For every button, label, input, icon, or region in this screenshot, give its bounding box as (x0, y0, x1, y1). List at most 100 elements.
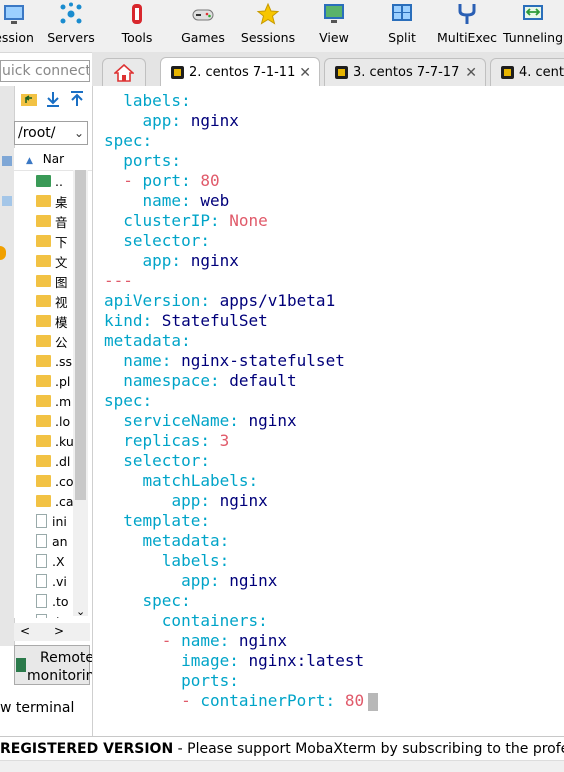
servers-icon (60, 2, 82, 24)
terminal-text: default (219, 371, 297, 390)
tab-label: 2. centos 7-1-11 (189, 65, 296, 80)
terminal-text: app: (171, 491, 210, 510)
sidebar-tab-icon[interactable] (2, 156, 12, 166)
remote-monitoring-button[interactable]: Remote monitorin (14, 645, 95, 685)
folder-icon (36, 315, 51, 327)
download-icon[interactable] (44, 90, 62, 108)
close-icon[interactable]: ✕ (299, 65, 311, 81)
terminal-text: StatefulSet (152, 311, 268, 330)
session-tab-bar: 2. centos 7-1-11 ✕ 3. centos 7-7-17 ✕ 4.… (92, 52, 564, 87)
toolbar-tools-button[interactable]: Tools (116, 0, 158, 52)
scrollbar-thumb[interactable] (75, 170, 86, 500)
upload-icon[interactable] (68, 90, 86, 108)
folder-icon (36, 415, 51, 427)
toolbar-games-button[interactable]: Games (180, 0, 226, 52)
terminal-text: ports: (123, 151, 182, 170)
toolbar-tunneling-button[interactable]: Tunneling (502, 0, 564, 52)
terminal-text: image: (181, 651, 239, 670)
terminal-output[interactable]: labels: app: nginx spec: ports: - port: 8… (92, 86, 564, 736)
tree-item-label: .co (55, 473, 74, 489)
toolbar-sessions-button[interactable]: Sessions (240, 0, 296, 52)
terminal-text: nginx (181, 251, 239, 270)
toolbar-split-button[interactable]: Split (382, 0, 422, 52)
terminal-text: selector: (123, 231, 210, 250)
tree-vertical-scrollbar[interactable]: ⌄ (73, 170, 88, 618)
toolbar-session-button[interactable]: ession (0, 0, 34, 52)
sidebar-tab-icon[interactable] (0, 246, 6, 260)
quick-connect-input[interactable]: uick connect (0, 60, 90, 82)
terminal-line: containers: (104, 611, 268, 631)
tab-label: 4. cento (519, 65, 564, 80)
folder-icon (36, 355, 51, 367)
file-icon (36, 594, 47, 608)
column-header-name[interactable]: ▲ Nar (14, 148, 92, 171)
terminal-text: apiVersion: (104, 291, 210, 310)
parent-folder-icon[interactable] (20, 90, 38, 108)
tree-horizontal-scrollbar[interactable]: < > (14, 623, 90, 641)
terminal-text: web (190, 191, 230, 210)
toolbar-servers-button[interactable]: Servers (46, 0, 96, 52)
terminal-line: selector: (104, 231, 210, 251)
terminal-line: template: (104, 511, 210, 531)
scroll-right-icon[interactable]: > (54, 624, 64, 638)
terminal-text: spec: (104, 391, 153, 410)
home-tab[interactable] (102, 58, 146, 86)
tab-session-4[interactable]: 4. cento (490, 58, 564, 86)
terminal-text: --- (104, 271, 133, 290)
terminal-line: clusterIP: None (104, 211, 268, 231)
terminal-text: nginx (219, 571, 278, 590)
gamepad-icon (192, 9, 214, 21)
toolbar-view-button[interactable]: View (314, 0, 354, 52)
terminal-cursor (368, 692, 379, 711)
tree-item-label: .. (55, 173, 63, 189)
terminal-line: image: nginx:latest (104, 651, 364, 671)
tree-item-label: an (52, 533, 68, 549)
registered-version-label: REGISTERED VERSION (0, 741, 174, 757)
support-message[interactable]: - Please support MobaXterm by subscribin… (173, 741, 564, 757)
split-icon (392, 4, 412, 21)
ssh-key-icon (335, 66, 348, 79)
terminal-text: serviceName: (123, 411, 239, 430)
terminal-text: nginx:latest (238, 651, 365, 670)
folder-icon (36, 235, 51, 247)
close-icon[interactable]: ✕ (465, 65, 477, 81)
tree-item-label: 下 (55, 234, 68, 250)
file-icon (36, 554, 47, 568)
column-header-label: Nar (42, 152, 65, 166)
terminal-text: app: (181, 571, 220, 590)
terminal-text: labels: (123, 91, 191, 110)
tree-item-label: .m (55, 393, 72, 409)
terminal-text: - (123, 171, 143, 190)
terminal-text: ports: (181, 671, 239, 690)
scroll-down-icon[interactable]: ⌄ (76, 605, 85, 618)
terminal-line: kind: StatefulSet (104, 311, 268, 331)
scroll-left-icon[interactable]: < (20, 624, 30, 638)
terminal-text: - (161, 631, 182, 650)
tab-session-3[interactable]: 3. centos 7-7-17 ✕ (324, 58, 486, 86)
terminal-line: ports: (104, 671, 239, 691)
terminal-line: labels: (104, 91, 191, 111)
toolbar-multiexec-button[interactable]: MultiExec (437, 0, 497, 52)
new-terminal-link[interactable]: w terminal (0, 700, 74, 716)
path-dropdown[interactable]: /root/ ⌄ (14, 121, 88, 145)
folder-icon (36, 215, 51, 227)
folder-icon (36, 255, 51, 267)
terminal-text: nginx (181, 111, 239, 130)
parent-folder-icon (36, 175, 51, 187)
folder-icon (36, 495, 51, 507)
tab-session-2[interactable]: 2. centos 7-1-11 ✕ (160, 57, 320, 87)
sidebar-tab-icon[interactable] (2, 196, 12, 206)
terminal-line: metadata: (104, 331, 191, 351)
main-toolbar: ession Servers Tools Games Sessions View… (0, 0, 564, 53)
